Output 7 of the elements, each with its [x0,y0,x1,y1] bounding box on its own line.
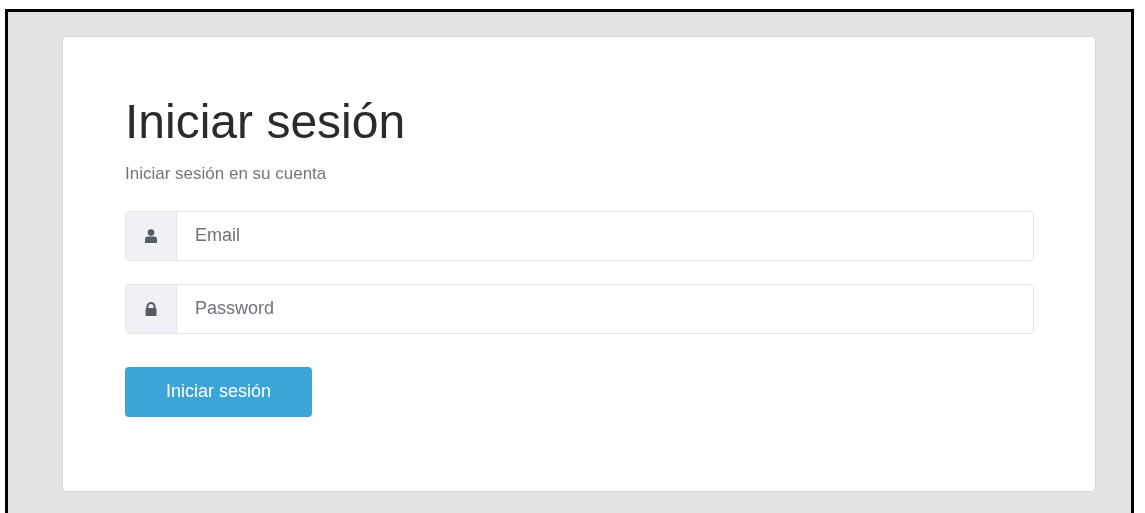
input-field[interactable]: Email [125,210,1034,261]
login-button[interactable]: Iniciar sesión [125,366,312,417]
page-title: Iniciar sesión [125,94,407,150]
lock-icon [145,301,157,316]
input-field[interactable]: Password [125,283,1034,334]
subtitle: Iniciar sesión en su cuenta [125,163,328,184]
user-icon [145,228,157,243]
